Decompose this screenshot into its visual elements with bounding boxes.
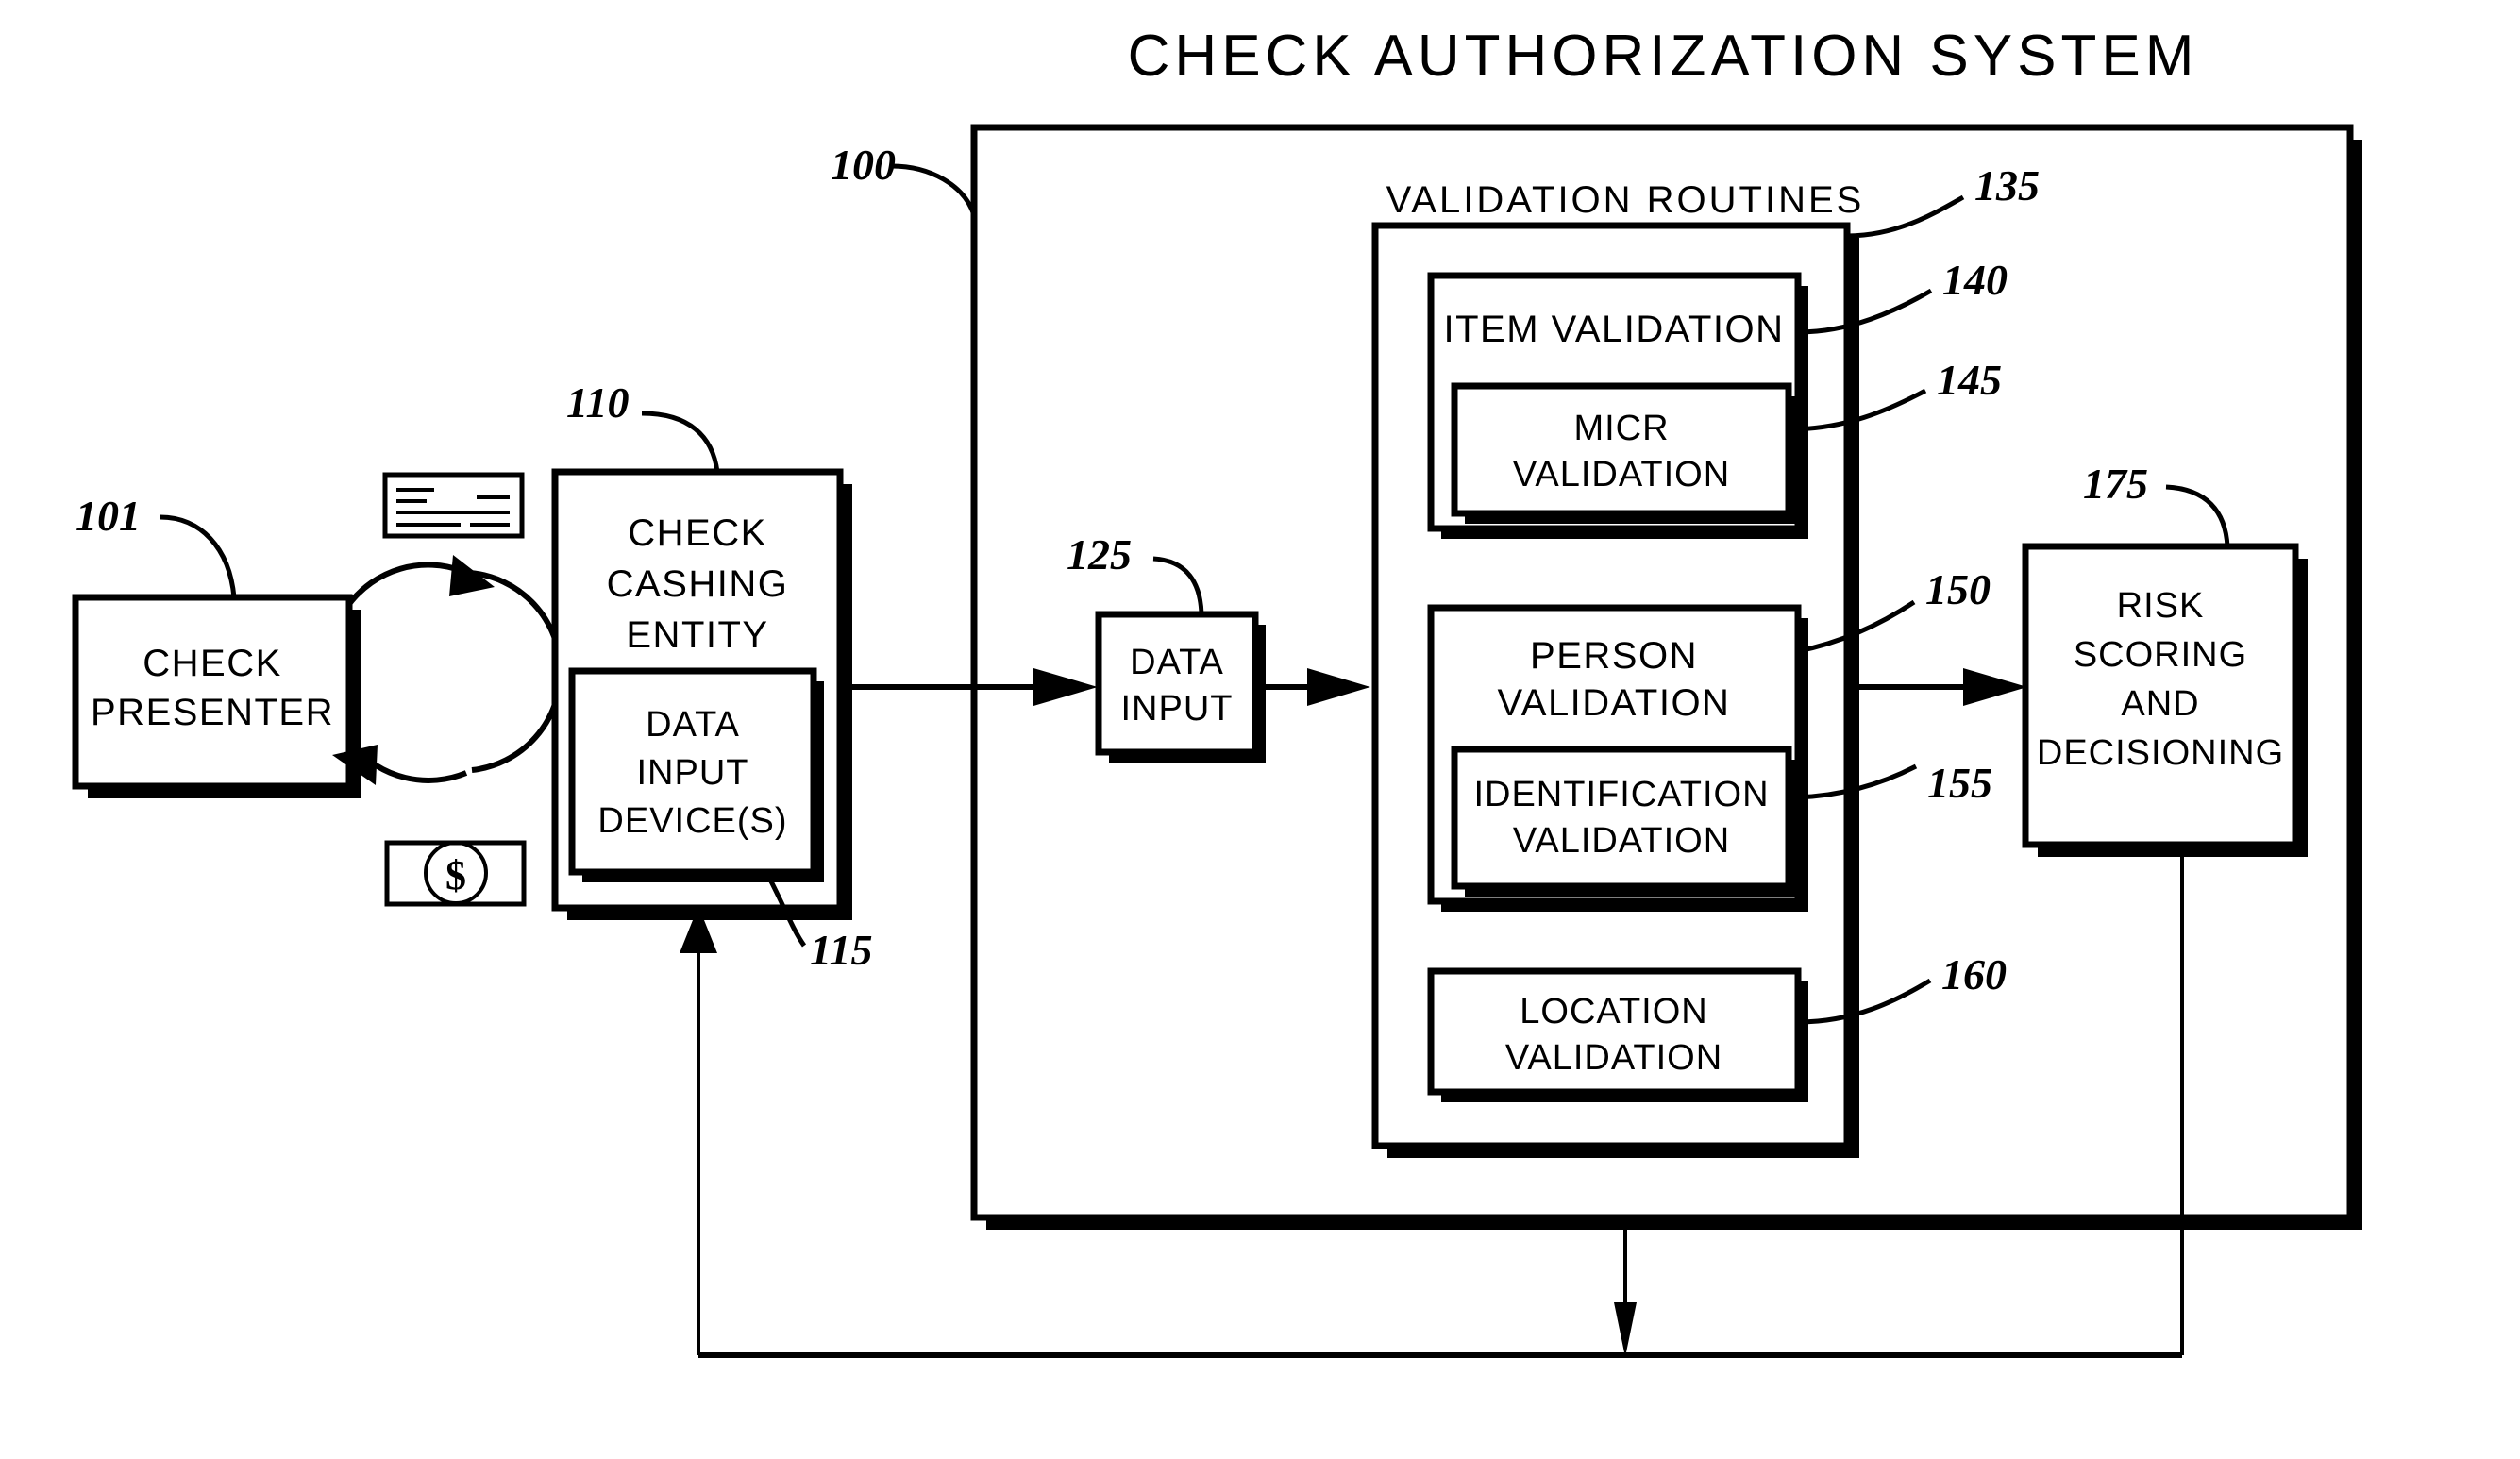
check-cashing-entity-label-line2: CASHING	[607, 563, 789, 605]
data-input-devices-label-line3: DEVICE(S)	[597, 801, 787, 841]
item-validation-label: ITEM VALIDATION	[1443, 309, 1784, 350]
circular-exchange-arrows-icon	[332, 555, 563, 785]
data-input-box	[1095, 611, 1259, 756]
location-validation-ref-leader	[1797, 978, 1932, 1025]
risk-scoring-ref-leader	[2165, 484, 2230, 547]
ref-155: 155	[1927, 759, 1992, 807]
ref-125: 125	[1067, 530, 1132, 579]
item-validation-ref-leader	[1797, 288, 1933, 335]
identification-validation-box	[1451, 746, 1792, 890]
ref-100: 100	[831, 141, 896, 189]
patent-figure-canvas: CHECK AUTHORIZATION SYSTEM 100 CHECK PRE…	[0, 0, 2520, 1459]
check-document-icon	[382, 472, 525, 539]
data-input-devices-label-line2: INPUT	[637, 753, 749, 793]
ref-175: 175	[2083, 460, 2148, 508]
check-cashing-entity-ref-leader	[641, 411, 720, 473]
data-input-label-line1: DATA	[1130, 643, 1224, 682]
person-validation-label-line1: PERSON	[1530, 635, 1698, 677]
ref-115: 115	[810, 926, 872, 974]
figure-title: CHECK AUTHORIZATION SYSTEM	[1128, 24, 2199, 89]
ref-135: 135	[1974, 161, 2040, 210]
risk-scoring-label-line3: AND	[2121, 684, 2199, 724]
location-validation-label-line2: VALIDATION	[1505, 1038, 1722, 1078]
micr-validation-label-line2: VALIDATION	[1513, 455, 1730, 495]
system-ref-leader	[891, 163, 977, 216]
check-presenter-ref-leader	[160, 514, 237, 598]
risk-scoring-label-line1: RISK	[2117, 586, 2205, 626]
person-validation-label-line2: VALIDATION	[1498, 682, 1731, 724]
data-input-to-validation-arrowhead	[1307, 668, 1370, 706]
data-input-ref-leader	[1152, 556, 1204, 615]
check-authorization-system-diagram: CHECK AUTHORIZATION SYSTEM 100 CHECK PRE…	[72, 24, 2362, 1358]
ref-140: 140	[1942, 256, 2008, 304]
data-input-label-line2: INPUT	[1121, 689, 1234, 729]
ref-145: 145	[1937, 356, 2002, 404]
dollar-bill-icon: $	[384, 840, 527, 907]
validation-routines-ref-leader	[1846, 194, 1965, 239]
identification-validation-label-line1: IDENTIFICATION	[1473, 775, 1769, 814]
validation-routines-title: VALIDATION ROUTINES	[1386, 179, 1865, 221]
ref-110: 110	[566, 378, 629, 427]
check-cashing-entity-label-line1: CHECK	[628, 512, 767, 554]
data-input-devices-label-line1: DATA	[646, 705, 740, 745]
validation-to-risk-arrowhead	[1963, 668, 2027, 706]
ref-160: 160	[1941, 950, 2007, 998]
identification-validation-label-line2: VALIDATION	[1513, 821, 1730, 861]
risk-scoring-label-line4: DECISIONING	[2037, 733, 2284, 773]
system-output-arrowhead	[1614, 1302, 1637, 1357]
entity-to-data-input-arrowhead	[1033, 668, 1098, 706]
risk-scoring-label-line2: SCORING	[2074, 635, 2247, 675]
check-presenter-label-line2: PRESENTER	[91, 692, 334, 733]
ref-150: 150	[1925, 565, 1991, 613]
ref-101: 101	[76, 492, 141, 540]
dollar-sign-glyph: $	[445, 852, 466, 898]
micr-validation-label-line1: MICR	[1573, 409, 1669, 448]
location-validation-label-line1: LOCATION	[1520, 992, 1707, 1031]
check-presenter-label-line1: CHECK	[143, 643, 282, 684]
check-cashing-entity-label-line3: ENTITY	[626, 614, 768, 656]
